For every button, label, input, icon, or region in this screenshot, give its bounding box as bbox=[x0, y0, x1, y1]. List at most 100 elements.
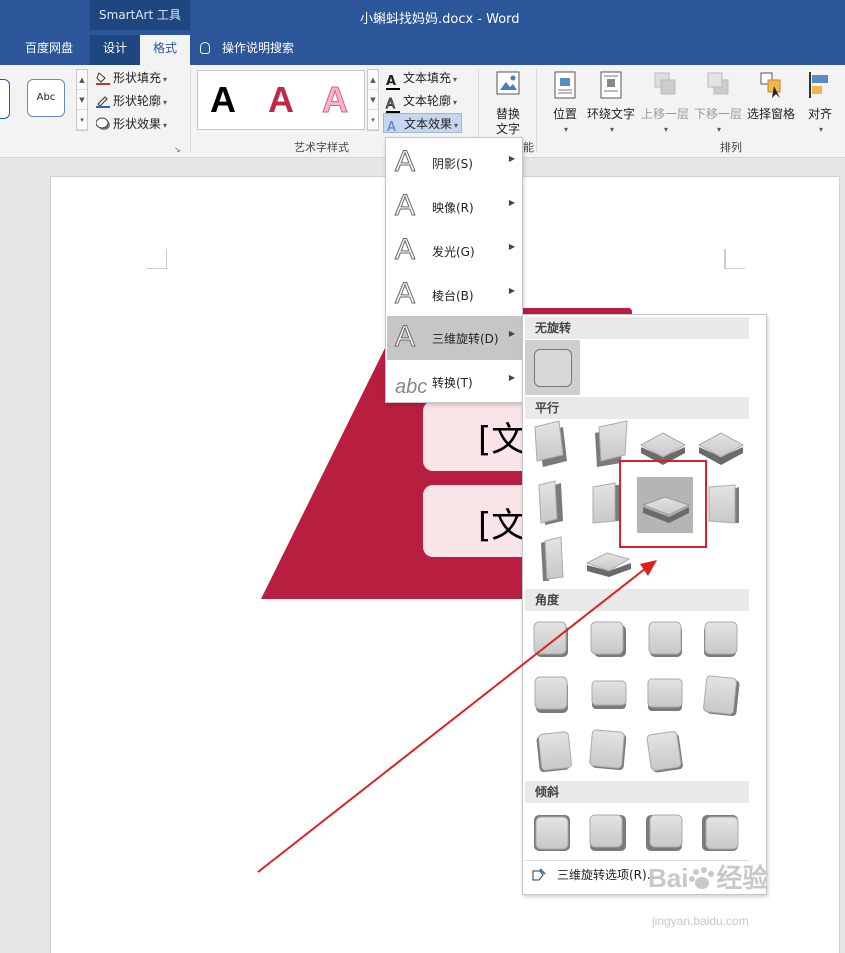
dialog-launcher-icon[interactable]: ↘ bbox=[174, 145, 181, 154]
reflection-icon: A bbox=[394, 189, 416, 223]
text-outline-label: 文本轮廓 bbox=[403, 94, 452, 108]
preset-angle-8[interactable] bbox=[703, 675, 740, 717]
text-effects-icon: A bbox=[387, 120, 396, 135]
preset-angle-10[interactable] bbox=[589, 729, 627, 771]
preset-parallel-9[interactable] bbox=[541, 536, 564, 581]
preset-oblique-4[interactable] bbox=[702, 815, 739, 851]
smartart-text-1[interactable]: [文 bbox=[478, 412, 525, 461]
more-icon[interactable]: ▾ bbox=[368, 110, 378, 130]
preset-angle-4[interactable] bbox=[704, 621, 738, 657]
format-options-icon bbox=[532, 868, 546, 881]
alt-text-label-1: 替换 bbox=[495, 107, 520, 121]
glow-icon: A bbox=[394, 233, 416, 267]
paint-bucket-icon bbox=[96, 72, 110, 85]
preset-oblique-3[interactable] bbox=[646, 814, 683, 851]
menu-item-shadow[interactable]: A 阴影(S) ▶ bbox=[387, 141, 523, 185]
shape-fill-button[interactable]: 形状填充 ▾ bbox=[96, 68, 167, 88]
shape-style-abc[interactable]: Abc bbox=[27, 79, 65, 117]
preset-angle-3[interactable] bbox=[648, 621, 682, 657]
preset-parallel-1[interactable] bbox=[534, 420, 567, 467]
scroll-up-icon[interactable]: ▲ bbox=[77, 70, 87, 90]
scroll-down-icon[interactable]: ▼ bbox=[77, 90, 87, 110]
transform-icon: abc bbox=[395, 376, 428, 398]
bring-forward-button[interactable]: 上移一层 ▾ bbox=[640, 70, 690, 137]
position-button[interactable]: 位置 ▾ bbox=[548, 70, 582, 137]
tab-format[interactable]: 格式 bbox=[140, 35, 190, 65]
selection-pane-button[interactable]: 选择窗格 bbox=[746, 70, 796, 122]
alt-text-icon bbox=[496, 71, 520, 95]
section-oblique: 倾斜 bbox=[525, 781, 749, 803]
wordart-red[interactable]: A bbox=[268, 79, 294, 121]
preset-parallel-3[interactable] bbox=[639, 432, 687, 465]
preset-angle-9[interactable] bbox=[536, 731, 572, 773]
text-effects-button[interactable]: A 文本效果 ▾ bbox=[383, 113, 463, 135]
group-separator bbox=[536, 69, 537, 153]
shape-styles-scroll[interactable]: ▲ ▼ ▾ bbox=[76, 69, 88, 131]
menu-item-label: 棱台(B) bbox=[432, 289, 474, 303]
preset-parallel-selected[interactable] bbox=[637, 477, 693, 533]
submenu-arrow-icon: ▶ bbox=[508, 198, 515, 207]
baidu-watermark: Bai 经验 bbox=[648, 858, 768, 895]
preset-angle-7[interactable] bbox=[647, 678, 683, 711]
smartart-text-2[interactable]: [文 bbox=[478, 498, 525, 547]
text-fill-button[interactable]: A 文本填充 ▾ bbox=[386, 68, 457, 90]
shape-effects-button[interactable]: 形状效果 ▾ bbox=[96, 114, 167, 134]
title-bar: SmartArt 工具 小蝌蚪找妈妈.docx - Word bbox=[0, 0, 845, 35]
tab-design[interactable]: 设计 bbox=[90, 35, 140, 65]
wrap-text-button[interactable]: 环绕文字 ▾ bbox=[586, 70, 636, 137]
shape-effects-icon bbox=[96, 117, 110, 130]
preset-parallel-10[interactable] bbox=[585, 552, 631, 577]
align-button[interactable]: 对齐 ▾ bbox=[804, 70, 836, 137]
align-label: 对齐 bbox=[807, 107, 832, 121]
preset-parallel-8[interactable] bbox=[708, 484, 739, 524]
3d-rotation-icon: A bbox=[394, 320, 416, 354]
smartart-tools-header: SmartArt 工具 bbox=[90, 0, 190, 30]
selection-pane-icon bbox=[760, 72, 781, 98]
preset-oblique-2[interactable] bbox=[589, 814, 626, 851]
watermark-brand-2: 经验 bbox=[716, 863, 769, 893]
preset-angle-1[interactable] bbox=[533, 621, 568, 657]
submenu-arrow-icon: ▶ bbox=[508, 154, 515, 163]
bring-forward-label: 上移一层 bbox=[640, 107, 689, 121]
wordart-scroll[interactable]: ▲ ▼ ▾ bbox=[367, 69, 379, 131]
text-effects-label: 文本效果 bbox=[404, 117, 453, 131]
menu-item-glow[interactable]: A 发光(G) ▶ bbox=[387, 229, 523, 273]
menu-item-label: 映像(R) bbox=[432, 201, 474, 215]
more-icon[interactable]: ▾ bbox=[77, 110, 87, 130]
menu-item-bevel[interactable]: A 棱台(B) ▶ bbox=[387, 273, 523, 317]
text-outline-button[interactable]: A 文本轮廓 ▾ bbox=[386, 91, 457, 113]
tell-me-search[interactable]: 操作说明搜索 bbox=[200, 35, 294, 65]
submenu-arrow-icon: ▶ bbox=[508, 329, 515, 338]
send-backward-button[interactable]: 下移一层 ▾ bbox=[693, 70, 743, 137]
preset-angle-6[interactable] bbox=[591, 680, 627, 709]
alt-text-button[interactable]: 替换 文字 bbox=[490, 70, 526, 137]
shape-outline-button[interactable]: 形状轮廓 ▾ bbox=[96, 91, 167, 111]
wordart-black[interactable]: A bbox=[210, 79, 236, 121]
preset-parallel-2[interactable] bbox=[595, 420, 628, 467]
preset-angle-11[interactable] bbox=[646, 731, 684, 773]
preset-parallel-6[interactable] bbox=[592, 482, 621, 524]
preset-parallel-5[interactable] bbox=[538, 480, 563, 525]
scroll-up-icon[interactable]: ▲ bbox=[368, 70, 378, 90]
arrange-group-label: 排列 bbox=[720, 141, 742, 154]
scroll-down-icon[interactable]: ▼ bbox=[368, 90, 378, 110]
text-effects-menu: A 阴影(S) ▶ A 映像(R) ▶ A 发光(G) ▶ A 棱台(B) ▶ … bbox=[385, 137, 523, 403]
preset-oblique-1[interactable] bbox=[534, 815, 570, 851]
preset-angle-5[interactable] bbox=[534, 676, 568, 713]
preset-parallel-4[interactable] bbox=[697, 432, 745, 465]
tab-baidu-netdisk[interactable]: 百度网盘 bbox=[12, 35, 86, 65]
bevel-icon: A bbox=[394, 277, 416, 311]
shape-style-thumb[interactable] bbox=[0, 79, 10, 119]
wordart-gallery[interactable]: A A A bbox=[197, 70, 365, 130]
paw-icon bbox=[688, 866, 716, 890]
submenu-arrow-icon: ▶ bbox=[508, 286, 515, 295]
preset-angle-2[interactable] bbox=[590, 621, 626, 657]
menu-item-reflection[interactable]: A 映像(R) ▶ bbox=[387, 185, 523, 229]
submenu-arrow-icon: ▶ bbox=[508, 373, 515, 382]
menu-item-transform[interactable]: abc 转换(T) ▶ bbox=[387, 360, 523, 404]
wrap-text-label: 环绕文字 bbox=[586, 107, 635, 121]
menu-item-3d-rotation[interactable]: A 三维旋转(D) ▶ bbox=[387, 316, 523, 360]
watermark-brand: Bai bbox=[648, 863, 689, 893]
3d-rotation-options-label: 三维旋转选项(R)... bbox=[557, 868, 659, 882]
wordart-pink[interactable]: A bbox=[322, 79, 349, 121]
